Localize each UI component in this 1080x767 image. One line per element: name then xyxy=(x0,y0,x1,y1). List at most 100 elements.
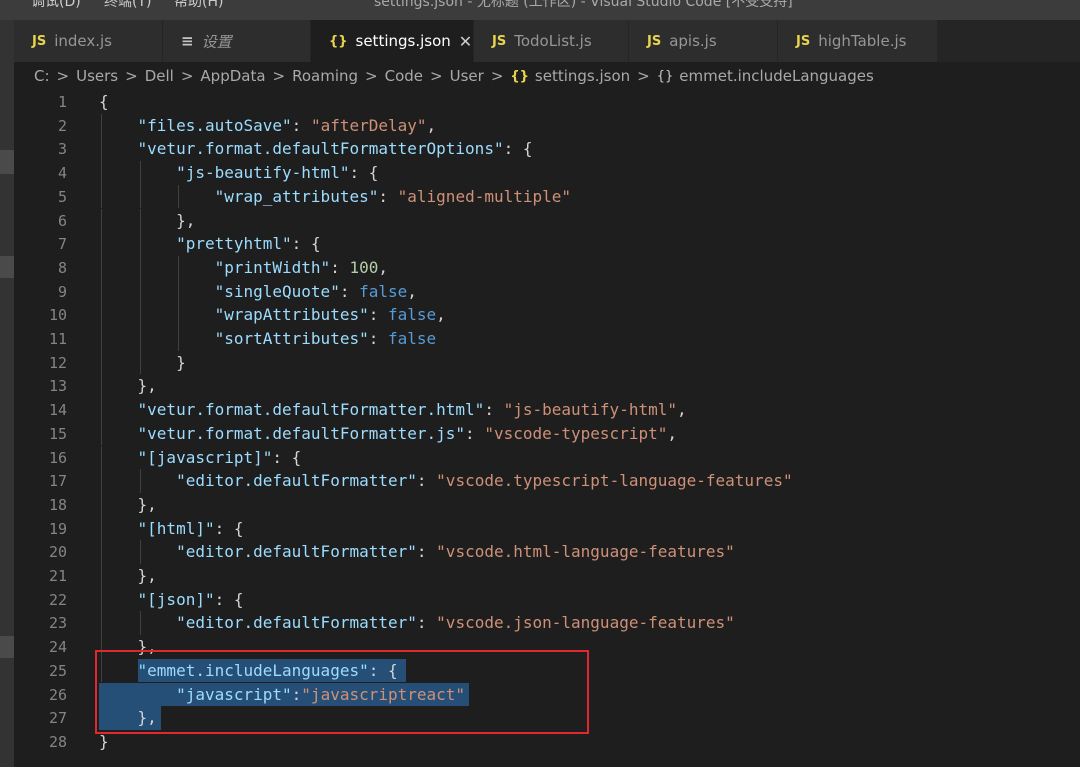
tab-settings-json[interactable]: {} settings.json ✕ xyxy=(311,20,474,62)
chevron-right-icon: > xyxy=(125,67,138,85)
tab-label: settings.json xyxy=(355,32,451,50)
code-line[interactable]: 27 }, xyxy=(14,706,1080,730)
code-line[interactable]: 11 "sortAttributes": false xyxy=(14,327,1080,351)
code-text: "printWidth": 100, xyxy=(214,257,389,277)
code-text: "editor.defaultFormatter": "vscode.json-… xyxy=(176,613,735,633)
activity-bar xyxy=(0,20,14,767)
breadcrumb-item[interactable]: C: xyxy=(34,67,50,85)
js-file-icon: JS xyxy=(647,33,662,49)
code-line[interactable]: 16 "[javascript]": { xyxy=(14,446,1080,470)
code-line[interactable]: 20 "editor.defaultFormatter": "vscode.ht… xyxy=(14,540,1080,564)
line-number: 6 xyxy=(57,211,67,230)
code-line[interactable]: 12 } xyxy=(14,351,1080,375)
code-text: "wrapAttributes": false, xyxy=(214,305,446,325)
tab-label: apis.js xyxy=(669,32,717,50)
code-text: "prettyhtml": { xyxy=(176,234,321,254)
line-number: 4 xyxy=(57,164,67,183)
menu-terminal[interactable]: 终端(T) xyxy=(104,0,151,11)
code-line[interactable]: 24 }, xyxy=(14,635,1080,659)
breadcrumb-item[interactable]: AppData xyxy=(200,67,265,85)
code-line[interactable]: 8 "printWidth": 100, xyxy=(14,256,1080,280)
tab-settings-ui[interactable]: ≡ 设置 xyxy=(163,20,311,62)
activity-indicator[interactable] xyxy=(0,636,14,658)
line-number: 2 xyxy=(57,116,67,135)
line-number: 5 xyxy=(57,187,67,206)
code-line[interactable]: 2 "files.autoSave": "afterDelay", xyxy=(14,114,1080,138)
line-number: 13 xyxy=(48,377,67,396)
code-line[interactable]: 6 }, xyxy=(14,209,1080,233)
tab-label: highTable.js xyxy=(818,32,907,50)
code-line[interactable]: 14 "vetur.format.defaultFormatter.html":… xyxy=(14,398,1080,422)
editor-tab-bar: JS index.js ≡ 设置 {} settings.json ✕ JS T… xyxy=(14,20,1080,62)
chevron-right-icon: > xyxy=(637,67,650,85)
json-file-icon: {} xyxy=(329,33,348,49)
chevron-right-icon: > xyxy=(180,67,194,85)
code-text: "sortAttributes": false xyxy=(214,329,437,348)
code-line[interactable]: 1{ xyxy=(14,90,1080,114)
breadcrumb-item[interactable]: Dell xyxy=(145,67,174,85)
code-text: "editor.defaultFormatter": "vscode.types… xyxy=(176,471,793,491)
breadcrumb-item[interactable]: Code xyxy=(385,67,423,85)
tab-label: index.js xyxy=(54,32,112,50)
code-text: }, xyxy=(137,494,157,514)
code-text: "vetur.format.defaultFormatter.html": "j… xyxy=(137,400,687,420)
menu-debug[interactable]: 调试(D) xyxy=(31,0,81,11)
line-number: 27 xyxy=(48,709,67,728)
code-line[interactable]: 26 "javascript":"javascriptreact" xyxy=(14,683,1080,707)
code-text: "editor.defaultFormatter": "vscode.html-… xyxy=(176,542,735,562)
tab-index-js[interactable]: JS index.js xyxy=(14,20,163,62)
line-number: 8 xyxy=(57,258,67,277)
tab-todolist-js[interactable]: JS TodoList.js xyxy=(474,20,629,62)
code-text: "vetur.format.defaultFormatterOptions": … xyxy=(137,139,533,159)
code-text: "[javascript]": { xyxy=(137,447,302,467)
code-text: } xyxy=(99,731,109,751)
code-line[interactable]: 21 }, xyxy=(14,564,1080,588)
chevron-right-icon: > xyxy=(430,67,443,85)
code-line[interactable]: 3 "vetur.format.defaultFormatterOptions"… xyxy=(14,137,1080,161)
breadcrumb-item[interactable]: Roaming xyxy=(292,67,358,85)
code-line[interactable]: 23 "editor.defaultFormatter": "vscode.js… xyxy=(14,611,1080,635)
code-line[interactable]: 4 "js-beautify-html": { xyxy=(14,161,1080,185)
code-line[interactable]: 15 "vetur.format.defaultFormatter.js": "… xyxy=(14,422,1080,446)
code-text: "javascript":"javascriptreact" xyxy=(176,684,466,704)
close-icon[interactable]: ✕ xyxy=(459,32,472,51)
menu-bar: 调试(D) 终端(T) 帮助(H) settings.json - 无标题 (工… xyxy=(0,0,1080,20)
tab-hightable-js[interactable]: JS highTable.js xyxy=(778,20,938,62)
tab-label: 设置 xyxy=(201,32,232,51)
activity-indicator[interactable] xyxy=(0,150,14,174)
code-text: }, xyxy=(176,210,196,230)
line-number: 19 xyxy=(48,519,67,538)
code-line[interactable]: 19 "[html]": { xyxy=(14,517,1080,541)
code-line[interactable]: 22 "[json]": { xyxy=(14,588,1080,612)
code-line[interactable]: 9 "singleQuote": false, xyxy=(14,280,1080,304)
tab-apis-js[interactable]: JS apis.js xyxy=(629,20,778,62)
line-number: 16 xyxy=(48,448,67,467)
code-text: "[json]": { xyxy=(137,589,244,609)
line-number: 7 xyxy=(57,235,67,254)
line-number: 14 xyxy=(48,401,67,420)
code-line[interactable]: 7 "prettyhtml": { xyxy=(14,232,1080,256)
line-number: 26 xyxy=(48,685,67,704)
code-editor[interactable]: 1{2 "files.autoSave": "afterDelay", 3 "ve… xyxy=(14,90,1080,767)
line-number: 18 xyxy=(48,495,67,514)
line-number: 25 xyxy=(48,661,67,680)
code-text: }, xyxy=(137,566,157,585)
menu-help[interactable]: 帮助(H) xyxy=(174,0,223,11)
window-title: settings.json - 无标题 (工作区) - Visual Studi… xyxy=(374,0,793,10)
code-text: }, xyxy=(137,637,157,657)
code-line[interactable]: 13 }, xyxy=(14,374,1080,398)
line-number: 3 xyxy=(57,140,67,159)
line-number: 12 xyxy=(48,353,67,372)
code-line[interactable]: 28} xyxy=(14,730,1080,754)
code-line[interactable]: 25 "emmet.includeLanguages": { xyxy=(14,659,1080,683)
activity-indicator[interactable] xyxy=(0,256,14,278)
breadcrumb-item[interactable]: User xyxy=(450,67,484,85)
code-line[interactable]: 10 "wrapAttributes": false, xyxy=(14,303,1080,327)
breadcrumb-item[interactable]: Users xyxy=(76,67,118,85)
code-line[interactable]: 18 }, xyxy=(14,493,1080,517)
code-line[interactable]: 5 "wrap_attributes": "aligned-multiple" xyxy=(14,185,1080,209)
js-file-icon: JS xyxy=(796,33,811,49)
breadcrumb-symbol[interactable]: emmet.includeLanguages xyxy=(679,67,874,85)
breadcrumb-file[interactable]: settings.json xyxy=(535,67,630,85)
code-line[interactable]: 17 "editor.defaultFormatter": "vscode.ty… xyxy=(14,469,1080,493)
